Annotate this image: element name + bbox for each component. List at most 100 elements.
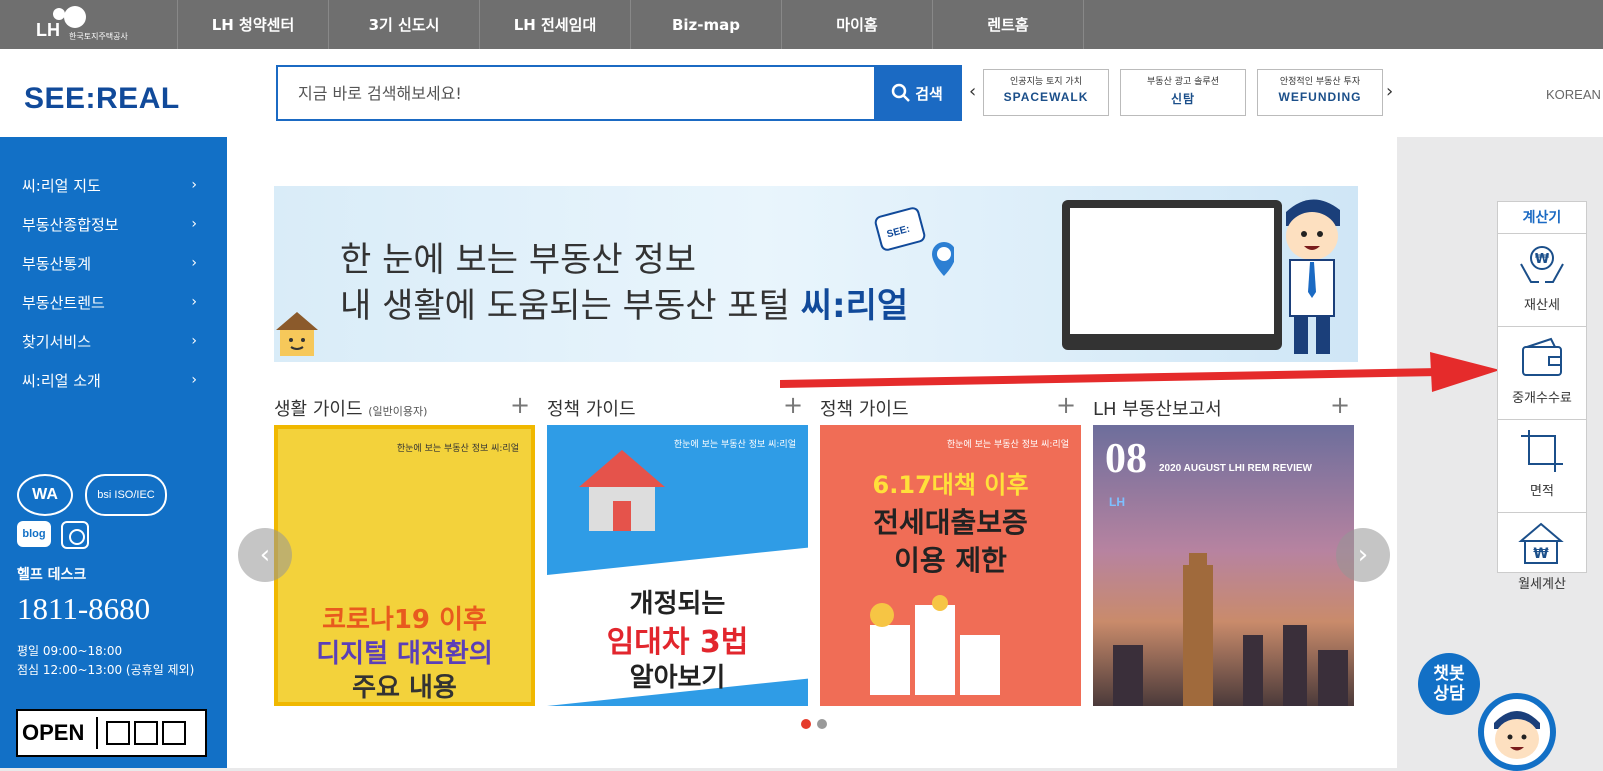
chatbot-face-icon — [1494, 711, 1540, 759]
certification-row: WA bsi ISO/IEC — [17, 474, 167, 516]
partner-name: WEFUNDING — [1278, 90, 1362, 104]
top-nav-list: LH 청약센터 3기 신도시 LH 전세임대 Biz-map 마이홈 렌트홈 — [178, 0, 1084, 49]
location-pin-icon: SEE: — [874, 207, 954, 276]
buildings-illustration-icon — [870, 595, 1000, 695]
blog-link[interactable]: blog — [17, 521, 51, 547]
card-title-line2: 디지털 대전환의 — [316, 639, 493, 669]
banner-prev-arrow[interactable]: ‹ — [969, 81, 976, 102]
calc-monthly-rent[interactable]: ₩ 월세계산 — [1498, 521, 1586, 606]
hands-won-icon: ₩ — [1520, 246, 1564, 283]
chevron-right-icon: › — [191, 216, 197, 232]
sidebar-item-map[interactable]: 씨:리얼 지도 › — [22, 171, 197, 199]
house-won-icon: ₩ — [1518, 522, 1564, 564]
chatbot-avatar[interactable] — [1478, 693, 1556, 771]
calc-label: 중개수수료 — [1512, 391, 1572, 406]
bsi-iso-badge: bsi ISO/IEC — [85, 474, 167, 516]
carousel-prev-button[interactable]: ‹ — [238, 528, 292, 582]
card-header: 한눈에 보는 부동산 정보 씨:리얼 — [946, 440, 1069, 450]
card-title-line3: 이용 제한 — [894, 544, 1007, 577]
instagram-icon[interactable] — [61, 521, 89, 549]
calc-label: 월세계산 — [1518, 577, 1566, 592]
city-skyline-illustration-icon — [1113, 553, 1348, 706]
card-report-title: 2020 AUGUST LHI REM REVIEW — [1159, 463, 1312, 474]
card-title-line2: 전세대출보증 — [873, 506, 1028, 539]
partner-banner-sintam[interactable]: 부동산 광고 솔루션 신탐 — [1120, 69, 1246, 116]
sidebar-item-trend[interactable]: 부동산트렌드 › — [22, 288, 197, 316]
calculator-title: 계산기 — [1498, 202, 1586, 234]
calc-area[interactable]: 면적 — [1498, 428, 1586, 513]
chatbot-bubble[interactable]: 챗봇 상담 — [1418, 653, 1480, 715]
wallet-icon — [1522, 337, 1562, 376]
open-license-badge[interactable]: OPEN — [16, 709, 207, 757]
sidebar-item-stats[interactable]: 부동산통계 › — [22, 249, 197, 277]
topnav-item-bizmap[interactable]: Biz-map — [631, 0, 782, 49]
search-icon — [891, 83, 911, 102]
plus-icon[interactable]: + — [1330, 393, 1350, 417]
svg-text:₩: ₩ — [1535, 252, 1550, 267]
site-header: SEE:REAL 검색 ‹ 인공지능 토지 가치 SPACEWALK 부동산 광… — [0, 49, 1603, 137]
card-header: 한눈에 보는 부동산 정보 씨:리얼 — [396, 444, 519, 454]
card-lease-law[interactable]: 한눈에 보는 부동산 정보 씨:리얼 개정되는 임대차 3법 알아보기 — [547, 425, 808, 706]
plus-icon[interactable]: + — [510, 393, 530, 417]
logo-dot — [64, 6, 86, 28]
license-attribution-icon — [106, 721, 130, 745]
sidebar-item-info[interactable]: 부동산종합정보 › — [22, 210, 197, 238]
calc-label: 면적 — [1530, 484, 1554, 499]
topnav-item-myhome[interactable]: 마이홈 — [782, 0, 933, 49]
sidebar-item-search-service[interactable]: 찾기서비스 › — [22, 327, 197, 355]
plus-icon[interactable]: + — [1056, 393, 1076, 417]
sidebar-item-about[interactable]: 씨:리얼 소개 › — [22, 366, 197, 394]
lh-logo[interactable]: LH 한국토지주택공사 — [0, 0, 178, 49]
card-jeonse-loan[interactable]: 한눈에 보는 부동산 정보 씨:리얼 6.17대책 이후 전세대출보증 이용 제… — [820, 425, 1081, 706]
chatbot-label-line1: 챗봇 — [1433, 664, 1465, 684]
language-switch[interactable]: KOREAN — [1546, 87, 1601, 102]
search-input[interactable] — [278, 67, 876, 119]
partner-banner-wefunding[interactable]: 안정적인 부동산 투자 WEFUNDING — [1257, 69, 1383, 116]
topnav-item-renthome[interactable]: 렌트홈 — [933, 0, 1084, 49]
partner-name: 신탐 — [1170, 92, 1196, 106]
calc-brokerage-fee[interactable]: 중개수수료 — [1498, 335, 1586, 420]
hero-headline: 한 눈에 보는 부동산 정보 — [340, 240, 697, 280]
brand-logo[interactable]: SEE:REAL — [24, 82, 180, 116]
search-box: 검색 — [276, 65, 962, 121]
red-arrow-annotation — [780, 352, 1500, 392]
pagination-dot[interactable] — [817, 719, 827, 729]
card-title-line3: 주요 내용 — [352, 673, 457, 703]
topnav-item-new-city[interactable]: 3기 신도시 — [329, 0, 480, 49]
card-title-line1: 개정되는 — [629, 589, 726, 619]
laptop-illustration — [1062, 200, 1282, 350]
calc-property-tax[interactable]: ₩ 재산세 — [1498, 242, 1586, 327]
help-desk-phone: 1811-8680 — [17, 591, 151, 626]
carousel-next-button[interactable]: › — [1336, 528, 1390, 582]
card-title-line1: 코로나19 이후 — [322, 605, 487, 635]
plus-icon[interactable]: + — [783, 393, 803, 417]
card-report-logo: LH — [1109, 495, 1125, 509]
card-digital-transition[interactable]: 한눈에 보는 부동산 정보 씨:리얼 코로나19 이후 디지털 대전환의 주요 … — [274, 425, 535, 706]
card-title-line3: 알아보기 — [629, 663, 726, 693]
card-lh-report[interactable]: 08 2020 AUGUST LHI REM REVIEW LH — [1093, 425, 1354, 706]
mascot-character-icon — [1286, 199, 1340, 354]
partner-caption: 안정적인 부동산 투자 — [1279, 77, 1361, 87]
license-noncommercial-icon — [134, 721, 158, 745]
pagination-dot-active[interactable] — [801, 719, 811, 729]
banner-next-arrow[interactable]: › — [1386, 81, 1393, 102]
laptop-screen — [1070, 208, 1274, 334]
topnav-item-lh-apply[interactable]: LH 청약센터 — [178, 0, 329, 49]
license-noderivs-icon — [162, 721, 186, 745]
left-sidebar: 씨:리얼 지도 › 부동산종합정보 › 부동산통계 › 부동산트렌드 › 찾기서비스 › … — [0, 137, 227, 768]
partner-caption: 부동산 광고 솔루션 — [1147, 77, 1219, 87]
help-hours-lunch: 점심 12:00~13:00 (공휴일 제외) — [17, 663, 195, 677]
web-accessibility-badge: WA — [17, 474, 73, 516]
calculator-panel: 계산기 ₩ 재산세 중개수수료 면적 ₩ 월세계산 — [1497, 201, 1587, 592]
calc-label: 재산세 — [1524, 298, 1560, 313]
card-header: 한눈에 보는 부동산 정보 씨:리얼 — [673, 440, 796, 450]
chevron-right-icon: › — [191, 294, 197, 310]
topnav-item-lh-jeonse[interactable]: LH 전세임대 — [480, 0, 631, 49]
partner-caption: 인공지능 토지 가치 — [1010, 77, 1082, 87]
search-button[interactable]: 검색 — [874, 67, 960, 119]
carousel-pagination — [801, 719, 827, 729]
hero-banner[interactable]: 한 눈에 보는 부동산 정보 내 생활에 도움되는 부동산 포털 씨:리얼 SE… — [274, 186, 1358, 362]
card-report-issue: 08 — [1105, 436, 1147, 482]
section-title-lh-report: LH 부동산보고서 — [1093, 399, 1222, 420]
partner-banner-spacewalk[interactable]: 인공지능 토지 가치 SPACEWALK — [983, 69, 1109, 116]
